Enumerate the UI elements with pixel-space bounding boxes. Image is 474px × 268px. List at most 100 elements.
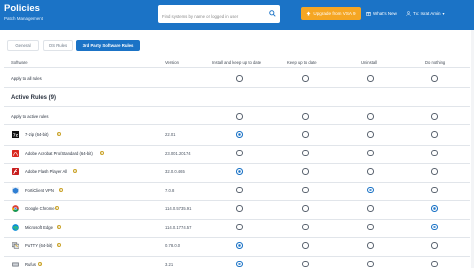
keep-radio[interactable] xyxy=(302,260,309,267)
uninstall-radio[interactable] xyxy=(367,242,374,249)
software-version: 114.0.5735.91 xyxy=(165,206,192,211)
uninstall-radio[interactable] xyxy=(367,131,374,138)
nothing-radio[interactable] xyxy=(431,168,438,175)
keep-radio[interactable] xyxy=(302,205,309,212)
page-subtitle: Patch Management xyxy=(4,16,44,21)
apply-all-install-radio[interactable] xyxy=(236,75,243,82)
install-radio[interactable] xyxy=(236,186,243,193)
install-radio[interactable] xyxy=(236,205,243,212)
row-divider xyxy=(4,181,470,183)
user-icon xyxy=(406,11,411,16)
apply-all-uninstall-radio[interactable] xyxy=(367,75,374,82)
apply-active-install-radio[interactable] xyxy=(236,113,243,120)
keep-radio[interactable] xyxy=(302,186,309,193)
keep-radio[interactable] xyxy=(302,149,309,156)
software-version: 3.21 xyxy=(165,261,174,267)
uninstall-radio[interactable] xyxy=(367,149,374,156)
apply-all-label: Apply to all rules xyxy=(11,76,42,81)
info-icon[interactable]: i xyxy=(54,206,59,211)
software-name: Adobe Acrobat Pro/Standard (64-bit) xyxy=(25,150,93,156)
apply-active-nothing-radio[interactable] xyxy=(431,113,438,120)
software-name: Google Chrome xyxy=(25,206,55,211)
rufus-icon xyxy=(12,261,19,267)
upgrade-button[interactable]: Upgrade from VSA 9 xyxy=(301,7,361,20)
column-header-install: Install and keep up to date xyxy=(212,60,262,65)
keep-radio[interactable] xyxy=(302,242,309,249)
software-name: Adobe Flash Player All xyxy=(25,169,68,174)
keep-radio[interactable] xyxy=(302,168,309,175)
nothing-radio[interactable] xyxy=(431,260,438,267)
chevron-down-icon: ▾ xyxy=(442,11,445,16)
upgrade-arrow-icon xyxy=(306,11,311,16)
flash-icon xyxy=(12,168,19,175)
install-radio[interactable] xyxy=(236,149,243,156)
nothing-radio[interactable] xyxy=(431,131,438,138)
gift-icon xyxy=(366,12,371,16)
apply-active-keep-radio[interactable] xyxy=(302,113,309,120)
tab-os-rules[interactable]: OS Rules xyxy=(43,40,73,51)
column-header-version: Version xyxy=(165,60,179,65)
info-icon[interactable]: i xyxy=(56,224,61,229)
upgrade-label: Upgrade from VSA 9 xyxy=(313,11,356,16)
software-name: FortiClient VPN xyxy=(25,187,54,193)
search-input[interactable] xyxy=(158,7,262,26)
software-version: 0.78.0.0 xyxy=(165,243,181,248)
column-header-keep: Keep up to date xyxy=(287,60,317,65)
apply-active-uninstall-radio[interactable] xyxy=(367,113,374,120)
info-icon[interactable]: i xyxy=(38,261,43,266)
nothing-radio[interactable] xyxy=(431,149,438,156)
forticlient-icon xyxy=(12,186,19,194)
row-divider xyxy=(4,218,470,220)
apply-active-label: Apply to active rules xyxy=(11,114,49,119)
nothing-radio[interactable] xyxy=(431,242,438,249)
global-search[interactable] xyxy=(158,5,280,26)
keep-radio[interactable] xyxy=(302,131,309,138)
divider xyxy=(4,124,470,125)
install-radio[interactable] xyxy=(236,260,243,267)
edge-icon xyxy=(12,223,19,231)
search-icon[interactable] xyxy=(269,10,276,17)
install-radio[interactable] xyxy=(236,131,243,138)
software-version: 32.0.0.465 xyxy=(165,169,185,174)
page-title: Policies xyxy=(4,3,40,14)
column-header-nothing: Do nothing xyxy=(425,60,446,65)
info-icon[interactable]: i xyxy=(56,132,61,137)
top-bar: Policies Patch Management Upgrade from V… xyxy=(0,0,474,30)
software-name: Rufus xyxy=(25,261,36,267)
tab-general[interactable]: General xyxy=(7,40,39,51)
info-icon[interactable]: i xyxy=(99,150,104,155)
column-header-software: Software xyxy=(11,60,28,65)
uninstall-radio[interactable] xyxy=(367,186,374,193)
software-name: Microsoft Edge xyxy=(25,224,53,230)
whats-new-button[interactable]: What's New xyxy=(366,7,397,20)
install-radio[interactable] xyxy=(236,223,243,230)
svg-text:7z: 7z xyxy=(13,132,19,138)
keep-radio[interactable] xyxy=(302,223,309,230)
info-icon[interactable]: i xyxy=(73,169,78,174)
nothing-radio[interactable] xyxy=(431,223,438,230)
user-name: Tx: Israt Amin xyxy=(413,11,441,16)
user-menu[interactable]: Tx: Israt Amin ▾ xyxy=(406,7,445,20)
apply-all-keep-radio[interactable] xyxy=(302,75,309,82)
uninstall-radio[interactable] xyxy=(367,168,374,175)
uninstall-radio[interactable] xyxy=(367,205,374,212)
nothing-radio[interactable] xyxy=(431,186,438,193)
software-version: 23.001.20174 xyxy=(165,150,191,156)
row-divider xyxy=(4,237,470,238)
software-name: PuTTY (64-bit) xyxy=(25,243,53,248)
software-version: 114.0.1774.57 xyxy=(165,224,192,230)
tab-3rd-party-software-rules[interactable]: 3rd Party Software Rules xyxy=(76,40,140,51)
install-radio[interactable] xyxy=(236,168,243,175)
row-divider xyxy=(4,163,470,164)
uninstall-radio[interactable] xyxy=(367,260,374,267)
info-icon[interactable]: i xyxy=(58,187,63,192)
nothing-radio[interactable] xyxy=(431,205,438,212)
chrome-icon xyxy=(12,205,19,212)
info-icon[interactable]: i xyxy=(56,243,61,248)
apply-all-nothing-radio[interactable] xyxy=(431,75,438,82)
install-radio[interactable] xyxy=(236,242,243,249)
uninstall-radio[interactable] xyxy=(367,223,374,230)
whats-new-label: What's New xyxy=(373,11,397,16)
acrobat-icon xyxy=(12,149,19,157)
divider xyxy=(4,87,470,88)
